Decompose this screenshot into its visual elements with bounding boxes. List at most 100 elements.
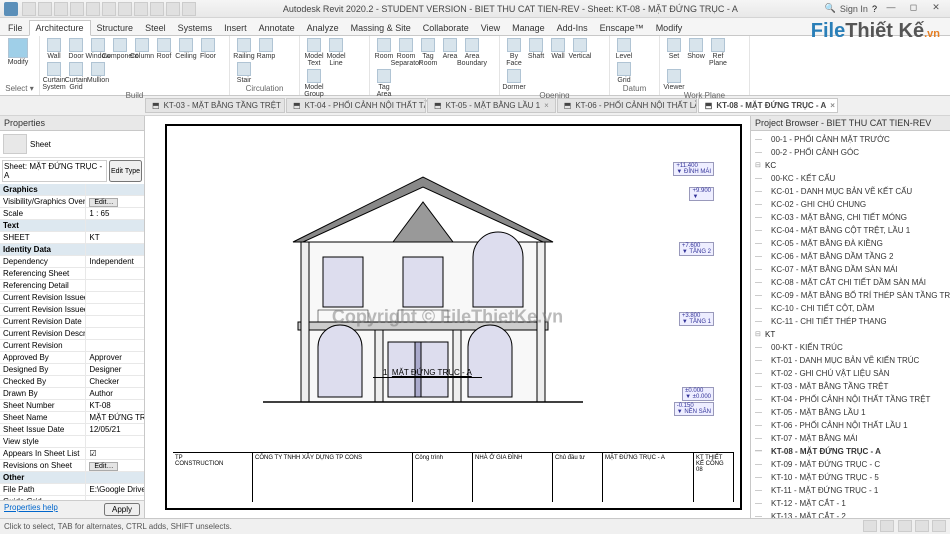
- qat-align-icon[interactable]: [118, 2, 132, 16]
- model-group-button[interactable]: Model Group: [304, 69, 324, 98]
- property-row[interactable]: Revisions on SheetEdit…: [0, 460, 144, 472]
- property-row[interactable]: Current Revision Descr…: [0, 328, 144, 340]
- tree-sheet[interactable]: 00-2 - PHỐI CẢNH GÓC: [753, 146, 948, 159]
- roof-button[interactable]: Roof: [154, 38, 174, 60]
- tree-sheet[interactable]: KT-07 - MẶT BẰNG MÁI: [753, 432, 948, 445]
- tree-group[interactable]: KT: [753, 328, 948, 341]
- show-button[interactable]: Show: [686, 38, 706, 60]
- tag-room-button[interactable]: Tag Room: [418, 38, 438, 67]
- property-row[interactable]: Current Revision Issued …: [0, 304, 144, 316]
- grid-button[interactable]: Grid: [614, 62, 634, 84]
- properties-help-link[interactable]: Properties help: [4, 503, 58, 516]
- qat-open-icon[interactable]: [22, 2, 36, 16]
- ribbon-tab-collaborate[interactable]: Collaborate: [417, 21, 475, 35]
- sign-in-link[interactable]: Sign In: [840, 4, 868, 14]
- tree-sheet[interactable]: KC-03 - MẶT BẰNG, CHI TIẾT MÓNG: [753, 211, 948, 224]
- edit-type-button[interactable]: Edit Type: [109, 160, 142, 182]
- tree-sheet[interactable]: KT-10 - MẶT ĐỨNG TRỤC - 5: [753, 471, 948, 484]
- ribbon-tab-architecture[interactable]: Architecture: [29, 20, 91, 36]
- tree-sheet[interactable]: KC-07 - MẶT BẰNG DẦM SÀN MÁI: [753, 263, 948, 276]
- property-row[interactable]: Scale1 : 65: [0, 208, 144, 220]
- wall-button[interactable]: Wall: [548, 38, 568, 60]
- qat-print-icon[interactable]: [86, 2, 100, 16]
- qat-section-icon[interactable]: [134, 2, 148, 16]
- tree-sheet[interactable]: KT-12 - MẶT CẮT - 1: [753, 497, 948, 510]
- property-row[interactable]: File PathE:\Google Drive\1. WOR…: [0, 484, 144, 496]
- close-tab-icon[interactable]: ×: [830, 101, 835, 110]
- edit-button[interactable]: Edit…: [89, 462, 118, 471]
- property-row[interactable]: Sheet NameMẶT ĐỨNG TRỤC - A: [0, 412, 144, 424]
- ref-plane-button[interactable]: Ref Plane: [708, 38, 728, 67]
- qat-switch-window-icon[interactable]: [182, 2, 196, 16]
- viewer-button[interactable]: Viewer: [664, 69, 684, 91]
- tree-sheet[interactable]: KC-01 - DANH MỤC BẢN VẼ KẾT CẤU: [753, 185, 948, 198]
- editable-only-icon[interactable]: [898, 520, 912, 532]
- doc-tab[interactable]: ⬒KT-04 - PHỐI CẢNH NỘI THẤT TẦ…×: [286, 98, 426, 113]
- property-row[interactable]: Referencing Detail: [0, 280, 144, 292]
- property-row[interactable]: Referencing Sheet: [0, 268, 144, 280]
- set-button[interactable]: Set: [664, 38, 684, 60]
- tree-sheet[interactable]: KT-08 - MẶT ĐỨNG TRỤC - A: [753, 445, 948, 458]
- tree-sheet[interactable]: KC-06 - MẶT BẰNG DẦM TẦNG 2: [753, 250, 948, 263]
- wall-button[interactable]: Wall: [44, 38, 64, 60]
- minimize-button[interactable]: —: [881, 2, 901, 16]
- ribbon-tab-manage[interactable]: Manage: [506, 21, 551, 35]
- ribbon-tab-structure[interactable]: Structure: [91, 21, 140, 35]
- doc-tab[interactable]: ⬒KT-03 - MẶT BẰNG TẦNG TRỆT×: [145, 98, 285, 113]
- tree-sheet[interactable]: KC-08 - MẶT CẮT CHI TIẾT DẦM SÀN MÁI: [753, 276, 948, 289]
- by-face-button[interactable]: By Face: [504, 38, 524, 67]
- tree-sheet[interactable]: KT-06 - PHỐI CẢNH NỘI THẤT LẦU 1: [753, 419, 948, 432]
- tree-sheet[interactable]: KT-03 - MẶT BẰNG TẦNG TRỆT: [753, 380, 948, 393]
- tree-sheet[interactable]: KT-02 - GHI CHÚ VẬT LIỆU SÀN: [753, 367, 948, 380]
- qat-measure-icon[interactable]: [102, 2, 116, 16]
- qat-undo-icon[interactable]: [54, 2, 68, 16]
- property-row[interactable]: Designed ByDesigner: [0, 364, 144, 376]
- property-row[interactable]: View style: [0, 436, 144, 448]
- selection-count-icon[interactable]: [932, 520, 946, 532]
- tree-sheet[interactable]: KC-02 - GHI CHÚ CHUNG: [753, 198, 948, 211]
- vertical-button[interactable]: Vertical: [570, 38, 590, 60]
- maximize-button[interactable]: ◻: [903, 2, 923, 16]
- tree-sheet[interactable]: 00-KC - KẾT CẤU: [753, 172, 948, 185]
- doc-tab[interactable]: ⬒KT-06 - PHỐI CẢNH NỘI THẤT LẦU…×: [557, 98, 697, 113]
- tree-sheet[interactable]: KC-11 - CHI TIẾT THÉP THANG: [753, 315, 948, 328]
- property-row[interactable]: Approved ByApprover: [0, 352, 144, 364]
- qat-save-icon[interactable]: [38, 2, 52, 16]
- apply-button[interactable]: Apply: [104, 503, 140, 516]
- model-text-button[interactable]: Model Text: [304, 38, 324, 67]
- tree-sheet[interactable]: KC-10 - CHI TIẾT CỘT, DẦM: [753, 302, 948, 315]
- ribbon-tab-massingsite[interactable]: Massing & Site: [345, 21, 417, 35]
- property-row[interactable]: Visibility/Graphics Over…Edit…: [0, 196, 144, 208]
- property-row[interactable]: Current Revision: [0, 340, 144, 352]
- property-row[interactable]: SHEETKT: [0, 232, 144, 244]
- property-row[interactable]: Sheet Issue Date12/05/21: [0, 424, 144, 436]
- column-button[interactable]: Column: [132, 38, 152, 60]
- tree-sheet[interactable]: 00-KT - KIẾN TRÚC: [753, 341, 948, 354]
- design-options-icon[interactable]: [880, 520, 894, 532]
- doc-tab[interactable]: ⬒KT-05 - MẶT BẰNG LẦU 1×: [427, 98, 556, 113]
- tree-sheet[interactable]: KC-05 - MẶT BẰNG ĐÀ KIỀNG: [753, 237, 948, 250]
- floor-button[interactable]: Floor: [198, 38, 218, 60]
- type-selector[interactable]: Sheet: [0, 131, 144, 158]
- property-row[interactable]: Drawn ByAuthor: [0, 388, 144, 400]
- tree-sheet[interactable]: KT-13 - MẶT CẮT - 2: [753, 510, 948, 518]
- dormer-button[interactable]: Dormer: [504, 69, 524, 91]
- tree-sheet[interactable]: KC-04 - MẶT BẰNG CỘT TRỆT, LẦU 1: [753, 224, 948, 237]
- ribbon-tab-annotate[interactable]: Annotate: [253, 21, 301, 35]
- tree-sheet[interactable]: 00-1 - PHỐI CẢNH MẶT TRƯỚC: [753, 133, 948, 146]
- ribbon-tab-view[interactable]: View: [475, 21, 506, 35]
- shaft-button[interactable]: Shaft: [526, 38, 546, 60]
- ribbon-tab-addins[interactable]: Add-Ins: [551, 21, 594, 35]
- ribbon-tab-enscape[interactable]: Enscape™: [594, 21, 650, 35]
- property-row[interactable]: Checked ByChecker: [0, 376, 144, 388]
- mullion-button[interactable]: Mullion: [88, 62, 108, 84]
- room-separator-button[interactable]: Room Separator: [396, 38, 416, 67]
- component-button[interactable]: Component: [110, 38, 130, 60]
- ribbon-tab-analyze[interactable]: Analyze: [301, 21, 345, 35]
- browser-tree[interactable]: 00-1 - PHỐI CẢNH MẶT TRƯỚC00-2 - PHỐI CẢ…: [751, 131, 950, 518]
- tree-sheet[interactable]: KT-05 - MẶT BẰNG LẦU 1: [753, 406, 948, 419]
- property-row[interactable]: DependencyIndependent: [0, 256, 144, 268]
- worksets-icon[interactable]: [863, 520, 877, 532]
- curtain-grid-button[interactable]: Curtain Grid: [66, 62, 86, 91]
- close-tab-icon[interactable]: ×: [544, 101, 549, 110]
